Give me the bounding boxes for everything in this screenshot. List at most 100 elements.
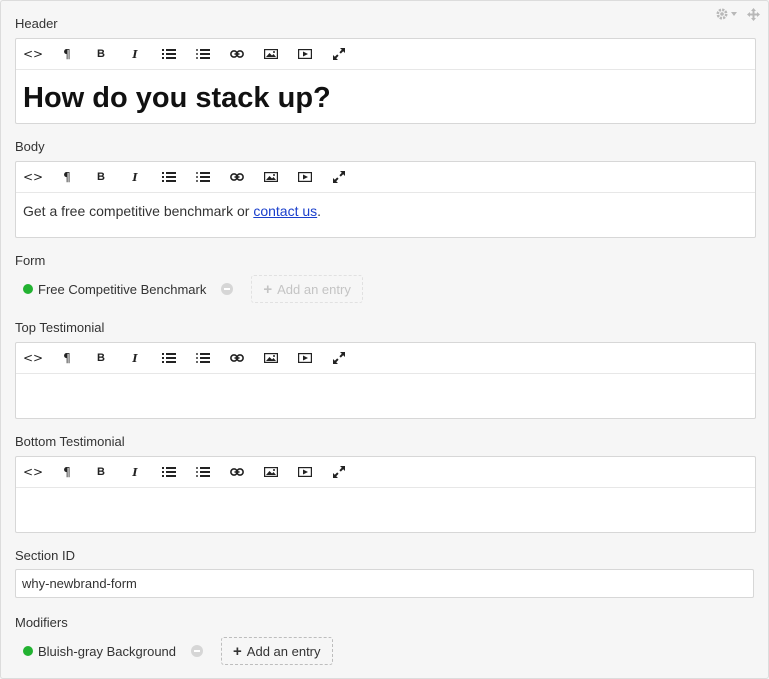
- unordered-list-button[interactable]: [152, 39, 186, 69]
- editor-toolbar: <> ¶ B I: [16, 343, 755, 374]
- html-source-button[interactable]: <>: [16, 343, 50, 373]
- body-content[interactable]: Get a free competitive benchmark or cont…: [16, 193, 755, 221]
- section-id-label: Section ID: [15, 548, 75, 563]
- modifiers-entry-label[interactable]: Bluish-gray Background: [38, 644, 176, 659]
- bold-button[interactable]: B: [84, 162, 118, 192]
- bold-button[interactable]: B: [84, 39, 118, 69]
- video-icon: [298, 172, 312, 182]
- ordered-list-icon: [196, 49, 210, 59]
- image-icon: [264, 353, 278, 363]
- modifiers-entry-row: Bluish-gray Background + Add an entry: [23, 637, 333, 665]
- body-editor[interactable]: <> ¶ B I Get a free competitive benchmar…: [15, 161, 756, 238]
- add-entry-label: Add an entry: [246, 643, 321, 659]
- editor-toolbar: <> ¶ B I: [16, 39, 755, 70]
- block-editor-panel: Header <> ¶ B I How do you stack up? Bod…: [0, 0, 769, 679]
- bottom-testimonial-label: Bottom Testimonial: [15, 434, 125, 449]
- header-editor[interactable]: <> ¶ B I How do you stack up?: [15, 38, 756, 124]
- paragraph-button[interactable]: ¶: [50, 162, 84, 192]
- header-heading: How do you stack up?: [23, 82, 331, 114]
- status-dot: [23, 646, 33, 656]
- gear-icon: [716, 8, 728, 20]
- bottom-testimonial-editor[interactable]: <> ¶ B I: [15, 456, 756, 533]
- ordered-list-icon: [196, 467, 210, 477]
- link-icon: [230, 354, 244, 362]
- video-icon: [298, 49, 312, 59]
- top-testimonial-editor[interactable]: <> ¶ B I: [15, 342, 756, 419]
- paragraph-button[interactable]: ¶: [50, 343, 84, 373]
- italic-button[interactable]: I: [118, 162, 152, 192]
- link-icon: [230, 50, 244, 58]
- remove-entry-button[interactable]: [221, 283, 234, 295]
- unordered-list-icon: [162, 353, 176, 363]
- fullscreen-button[interactable]: [322, 457, 356, 487]
- unordered-list-icon: [162, 172, 176, 182]
- bold-button[interactable]: B: [84, 343, 118, 373]
- unordered-list-button[interactable]: [152, 457, 186, 487]
- image-button[interactable]: [254, 457, 288, 487]
- link-button[interactable]: [220, 162, 254, 192]
- html-source-button[interactable]: <>: [16, 39, 50, 69]
- italic-button[interactable]: I: [118, 343, 152, 373]
- editor-toolbar: <> ¶ B I: [16, 457, 755, 488]
- plus-icon: +: [233, 642, 242, 660]
- move-handle-icon[interactable]: [747, 7, 760, 21]
- expand-icon: [333, 352, 345, 364]
- ordered-list-button[interactable]: [186, 39, 220, 69]
- contact-us-link[interactable]: contact us: [253, 203, 317, 219]
- fullscreen-button[interactable]: [322, 162, 356, 192]
- plus-icon: +: [263, 280, 273, 298]
- remove-entry-button[interactable]: [191, 645, 204, 657]
- fullscreen-button[interactable]: [322, 39, 356, 69]
- settings-menu[interactable]: [715, 7, 737, 21]
- ordered-list-button[interactable]: [186, 162, 220, 192]
- unordered-list-icon: [162, 49, 176, 59]
- video-icon: [298, 467, 312, 477]
- status-dot: [23, 284, 33, 294]
- expand-icon: [333, 466, 345, 478]
- paragraph-button[interactable]: ¶: [50, 39, 84, 69]
- image-button[interactable]: [254, 343, 288, 373]
- link-icon: [230, 468, 244, 476]
- link-button[interactable]: [220, 457, 254, 487]
- top-testimonial-content[interactable]: [16, 374, 755, 414]
- form-label: Form: [15, 253, 46, 268]
- editor-toolbar: <> ¶ B I: [16, 162, 755, 193]
- modifiers-label: Modifiers: [15, 615, 68, 630]
- unordered-list-button[interactable]: [152, 343, 186, 373]
- video-button[interactable]: [288, 162, 322, 192]
- body-paragraph: Get a free competitive benchmark or cont…: [23, 193, 748, 221]
- bold-button[interactable]: B: [84, 457, 118, 487]
- header-content[interactable]: How do you stack up?: [16, 70, 755, 120]
- video-button[interactable]: [288, 457, 322, 487]
- link-button[interactable]: [220, 39, 254, 69]
- unordered-list-button[interactable]: [152, 162, 186, 192]
- add-entry-button[interactable]: + Add an entry: [251, 275, 363, 303]
- image-button[interactable]: [254, 162, 288, 192]
- ordered-list-button[interactable]: [186, 343, 220, 373]
- paragraph-button[interactable]: ¶: [50, 457, 84, 487]
- add-entry-button[interactable]: + Add an entry: [221, 637, 333, 665]
- form-entry-label[interactable]: Free Competitive Benchmark: [38, 282, 206, 297]
- ordered-list-icon: [196, 172, 210, 182]
- expand-icon: [333, 48, 345, 60]
- add-entry-label: Add an entry: [277, 281, 351, 297]
- html-source-button[interactable]: <>: [16, 457, 50, 487]
- video-button[interactable]: [288, 343, 322, 373]
- image-icon: [264, 172, 278, 182]
- ordered-list-icon: [196, 353, 210, 363]
- body-text-before: Get a free competitive benchmark or: [23, 203, 254, 219]
- bottom-testimonial-content[interactable]: [16, 488, 755, 528]
- section-id-input[interactable]: [15, 569, 754, 598]
- html-source-button[interactable]: <>: [16, 162, 50, 192]
- chevron-down-icon: [731, 12, 737, 16]
- fullscreen-button[interactable]: [322, 343, 356, 373]
- image-button[interactable]: [254, 39, 288, 69]
- italic-button[interactable]: I: [118, 39, 152, 69]
- body-text-after: .: [317, 203, 322, 219]
- expand-icon: [333, 171, 345, 183]
- header-label: Header: [15, 16, 58, 31]
- link-button[interactable]: [220, 343, 254, 373]
- ordered-list-button[interactable]: [186, 457, 220, 487]
- video-button[interactable]: [288, 39, 322, 69]
- italic-button[interactable]: I: [118, 457, 152, 487]
